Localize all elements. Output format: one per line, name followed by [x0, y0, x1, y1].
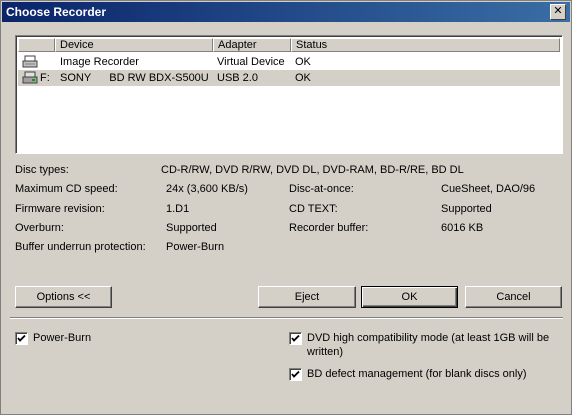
dvd-compat-checkbox[interactable] — [289, 332, 302, 345]
device-adapter: USB 2.0 — [217, 72, 258, 84]
bd-defect-checkbox[interactable] — [289, 368, 302, 381]
bd-defect-label[interactable]: BD defect management (for blank discs on… — [307, 367, 527, 381]
ok-button[interactable]: OK — [361, 286, 458, 308]
image-recorder-icon — [22, 55, 38, 69]
dvd-compat-label[interactable]: DVD high compatibility mode (at least 1G… — [307, 331, 557, 359]
device-status: OK — [295, 56, 311, 68]
dao-value: CueSheet, DAO/96 — [441, 183, 536, 195]
drive-icon — [22, 71, 38, 85]
buffer-value: 6016 KB — [441, 222, 484, 234]
overburn-label: Overburn: — [15, 222, 64, 234]
column-header-adapter[interactable]: Adapter — [213, 38, 291, 52]
checkmark-icon — [17, 334, 26, 342]
firmware-label: Firmware revision: — [15, 203, 105, 215]
column-header-icon[interactable] — [18, 38, 55, 52]
device-status: OK — [295, 72, 311, 84]
device-name: SONY BD RW BDX-S500U — [60, 72, 209, 84]
recorder-list[interactable]: Device Adapter Status Image Recorder Vir… — [15, 35, 563, 154]
max-speed-value: 24x (3,600 KB/s) — [166, 183, 248, 195]
powerburn-label[interactable]: Power-Burn — [33, 331, 91, 345]
window-title: Choose Recorder — [6, 5, 107, 19]
cdtext-value: Supported — [441, 203, 492, 215]
underrun-label: Buffer underrun protection: — [15, 241, 146, 253]
device-name: Image Recorder — [60, 56, 139, 68]
column-header-status[interactable]: Status — [291, 38, 560, 52]
choose-recorder-dialog: Choose Recorder ✕ Device Adapter Status … — [0, 0, 572, 415]
device-adapter: Virtual Device — [217, 56, 285, 68]
column-header-device[interactable]: Device — [55, 38, 213, 52]
close-icon: ✕ — [553, 5, 563, 17]
options-button[interactable]: Options << — [15, 286, 112, 308]
close-button[interactable]: ✕ — [550, 4, 566, 20]
list-header: Device Adapter Status — [18, 38, 560, 52]
cdtext-label: CD TEXT: — [289, 203, 338, 215]
eject-button[interactable]: Eject — [258, 286, 356, 308]
checkmark-icon — [291, 334, 300, 342]
dao-label: Disc-at-once: — [289, 183, 354, 195]
underrun-value: Power-Burn — [166, 241, 225, 253]
firmware-value: 1.D1 — [166, 203, 190, 215]
checkmark-icon — [291, 370, 300, 378]
device-prefix: F: — [40, 72, 50, 84]
max-speed-label: Maximum CD speed: — [15, 183, 118, 195]
disc-types-label: Disc types: — [15, 164, 69, 176]
powerburn-checkbox[interactable] — [15, 332, 28, 345]
cancel-button[interactable]: Cancel — [465, 286, 562, 308]
separator — [10, 317, 563, 319]
title-bar[interactable]: Choose Recorder ✕ — [2, 2, 570, 22]
overburn-value: Supported — [166, 222, 217, 234]
list-item[interactable]: F: SONY BD RW BDX-S500U USB 2.0 OK — [18, 70, 560, 86]
list-item[interactable]: Image Recorder Virtual Device OK — [18, 54, 560, 70]
disc-types-value: CD-R/RW, DVD R/RW, DVD DL, DVD-RAM, BD-R… — [161, 164, 464, 176]
buffer-label: Recorder buffer: — [289, 222, 369, 234]
